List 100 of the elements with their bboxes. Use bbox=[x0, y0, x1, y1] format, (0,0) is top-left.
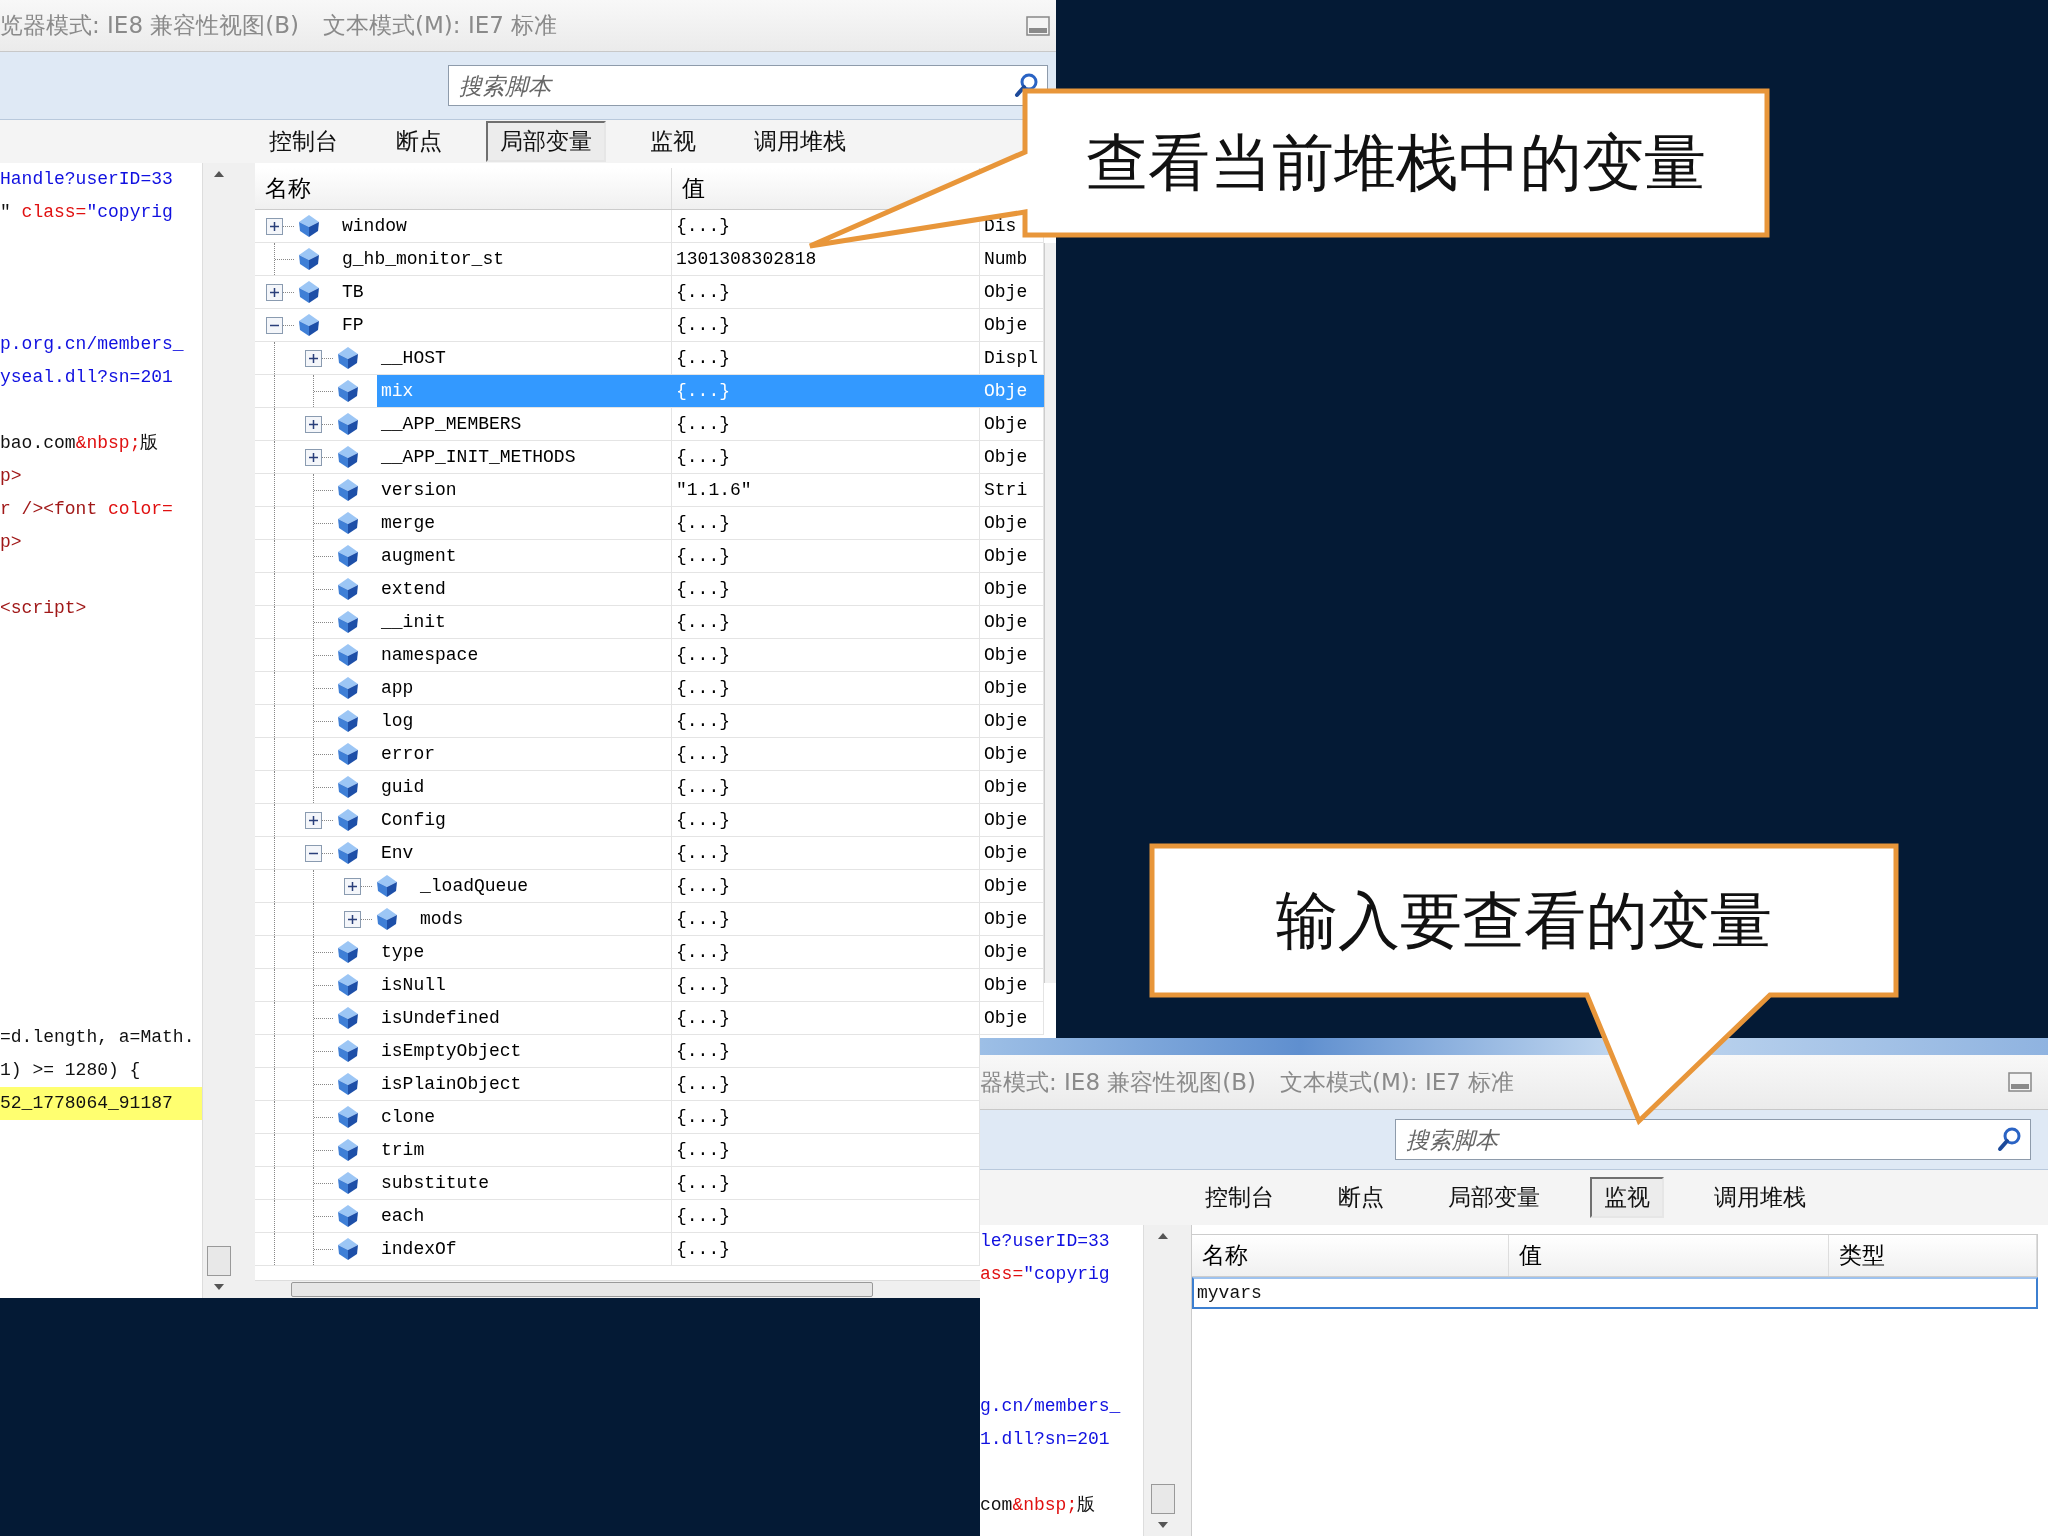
search-field[interactable]: 搜索脚本 bbox=[1395, 1119, 2031, 1160]
variable-name: __init bbox=[381, 612, 446, 632]
variable-type: Obje bbox=[984, 711, 1028, 731]
variable-value: 1301308302818 bbox=[676, 249, 817, 269]
variable-type: Obje bbox=[984, 975, 1028, 995]
cube-icon bbox=[298, 313, 320, 337]
variable-type: Numb bbox=[984, 249, 1028, 269]
expand-toggle[interactable] bbox=[266, 283, 283, 301]
expand-toggle[interactable] bbox=[344, 910, 361, 928]
scrollbar[interactable] bbox=[202, 163, 235, 1298]
column-header: 名称 bbox=[265, 174, 311, 203]
column-header: 值 bbox=[1519, 1241, 1542, 1270]
scroll-down-arrow-icon[interactable] bbox=[212, 1282, 226, 1292]
cube-icon bbox=[337, 412, 359, 436]
search-field[interactable]: 搜索脚本 bbox=[448, 65, 1048, 106]
variable-name: isUndefined bbox=[381, 1008, 500, 1028]
cube-icon bbox=[376, 874, 398, 898]
variable-value: {...} bbox=[676, 909, 730, 929]
variable-name: window bbox=[342, 216, 407, 236]
code-line: =d.length, a=Math. bbox=[0, 1027, 195, 1047]
cube-icon bbox=[337, 1006, 359, 1030]
cube-icon bbox=[337, 676, 359, 700]
code-line: p> bbox=[0, 532, 22, 552]
variable-name: trim bbox=[381, 1140, 425, 1160]
tab[interactable]: 局部变量 bbox=[486, 121, 606, 162]
cube-icon bbox=[337, 478, 359, 502]
watch-entry-field[interactable]: myvars bbox=[1192, 1277, 2038, 1309]
variable-value: {...} bbox=[676, 678, 730, 698]
tab[interactable]: 调用堆栈 bbox=[1700, 1177, 1820, 1218]
variable-type: Obje bbox=[984, 1008, 1028, 1028]
collapse-toggle[interactable] bbox=[305, 844, 322, 862]
column-header: 名称 bbox=[1202, 1241, 1248, 1270]
tab[interactable]: 局部变量 bbox=[1434, 1177, 1554, 1218]
cube-icon bbox=[376, 907, 398, 931]
scrollbar-thumb[interactable] bbox=[1151, 1484, 1175, 1514]
variable-value: {...} bbox=[676, 579, 730, 599]
tree-row[interactable]: isUndefined {...} Obje bbox=[377, 1002, 1044, 1034]
variable-type: Obje bbox=[984, 579, 1028, 599]
variable-name: isPlainObject bbox=[381, 1074, 522, 1094]
expand-toggle[interactable] bbox=[305, 349, 322, 367]
variable-name: Config bbox=[381, 810, 446, 830]
variable-name: log bbox=[381, 711, 414, 731]
expand-toggle[interactable] bbox=[305, 415, 322, 433]
variable-value: {...} bbox=[676, 744, 730, 764]
search-icon[interactable] bbox=[1014, 72, 1040, 98]
tab[interactable]: 调用堆栈 bbox=[740, 121, 860, 162]
scroll-down-arrow-icon[interactable] bbox=[1156, 1520, 1170, 1530]
cube-icon bbox=[337, 1039, 359, 1063]
code-line: le?userID=33 bbox=[980, 1231, 1110, 1251]
variable-value: {...} bbox=[676, 876, 730, 896]
collapse-toggle[interactable] bbox=[266, 316, 283, 334]
variable-value: {...} bbox=[676, 216, 730, 236]
scrollbar-thumb[interactable] bbox=[207, 1246, 231, 1276]
scroll-up-arrow-icon[interactable] bbox=[212, 169, 226, 179]
variable-value: {...} bbox=[676, 1206, 730, 1226]
expand-toggle[interactable] bbox=[344, 877, 361, 895]
variable-name: guid bbox=[381, 777, 425, 797]
variable-name: each bbox=[381, 1206, 425, 1226]
variable-name: extend bbox=[381, 579, 446, 599]
variable-value: {...} bbox=[676, 315, 730, 335]
search-icon[interactable] bbox=[1997, 1126, 2023, 1152]
scrollbar[interactable] bbox=[1143, 1225, 1182, 1536]
cube-icon bbox=[337, 1171, 359, 1195]
tab[interactable]: 断点 bbox=[1324, 1177, 1398, 1218]
scroll-up-arrow-icon[interactable] bbox=[1156, 1231, 1170, 1241]
variable-value: {...} bbox=[676, 513, 730, 533]
code-line: <script> bbox=[0, 598, 87, 618]
tab[interactable]: 监视 bbox=[1590, 1177, 1664, 1218]
variable-name: g_hb_monitor_st bbox=[342, 249, 505, 269]
cube-icon bbox=[337, 841, 359, 865]
variable-value: {...} bbox=[676, 1074, 730, 1094]
callout-text: 输入要查看的变量 bbox=[1276, 882, 1772, 959]
code-line: r /><font color= bbox=[0, 499, 173, 519]
dock-icon[interactable] bbox=[1026, 15, 1050, 36]
scrollbar[interactable] bbox=[255, 1280, 980, 1298]
cube-icon bbox=[337, 643, 359, 667]
variable-value: {...} bbox=[676, 1041, 730, 1061]
variable-value: {...} bbox=[676, 381, 730, 401]
variable-name: Env bbox=[381, 843, 414, 863]
variable-type: Obje bbox=[984, 282, 1028, 302]
tab[interactable]: 控制台 bbox=[1191, 1177, 1288, 1218]
variable-value: {...} bbox=[676, 1008, 730, 1028]
variable-name: _loadQueue bbox=[420, 876, 529, 896]
cube-icon bbox=[337, 940, 359, 964]
variable-name: namespace bbox=[381, 645, 479, 665]
code-line: p.org.cn/members_ bbox=[0, 334, 184, 354]
variable-value: {...} bbox=[676, 1239, 730, 1259]
tab[interactable]: 控制台 bbox=[255, 121, 352, 162]
dock-icon[interactable] bbox=[2008, 1072, 2032, 1092]
code-line: g.cn/members_ bbox=[980, 1396, 1121, 1416]
tab[interactable]: 监视 bbox=[636, 121, 710, 162]
tab[interactable]: 断点 bbox=[382, 121, 456, 162]
scrollbar[interactable] bbox=[1044, 243, 1056, 983]
expand-toggle[interactable] bbox=[305, 811, 322, 829]
variable-value: {...} bbox=[676, 942, 730, 962]
expand-toggle[interactable] bbox=[305, 448, 322, 466]
code-line: yseal.dll?sn=201 bbox=[0, 367, 173, 387]
variable-value: {...} bbox=[676, 975, 730, 995]
expand-toggle[interactable] bbox=[266, 217, 283, 235]
variable-value: "1.1.6" bbox=[676, 480, 752, 500]
